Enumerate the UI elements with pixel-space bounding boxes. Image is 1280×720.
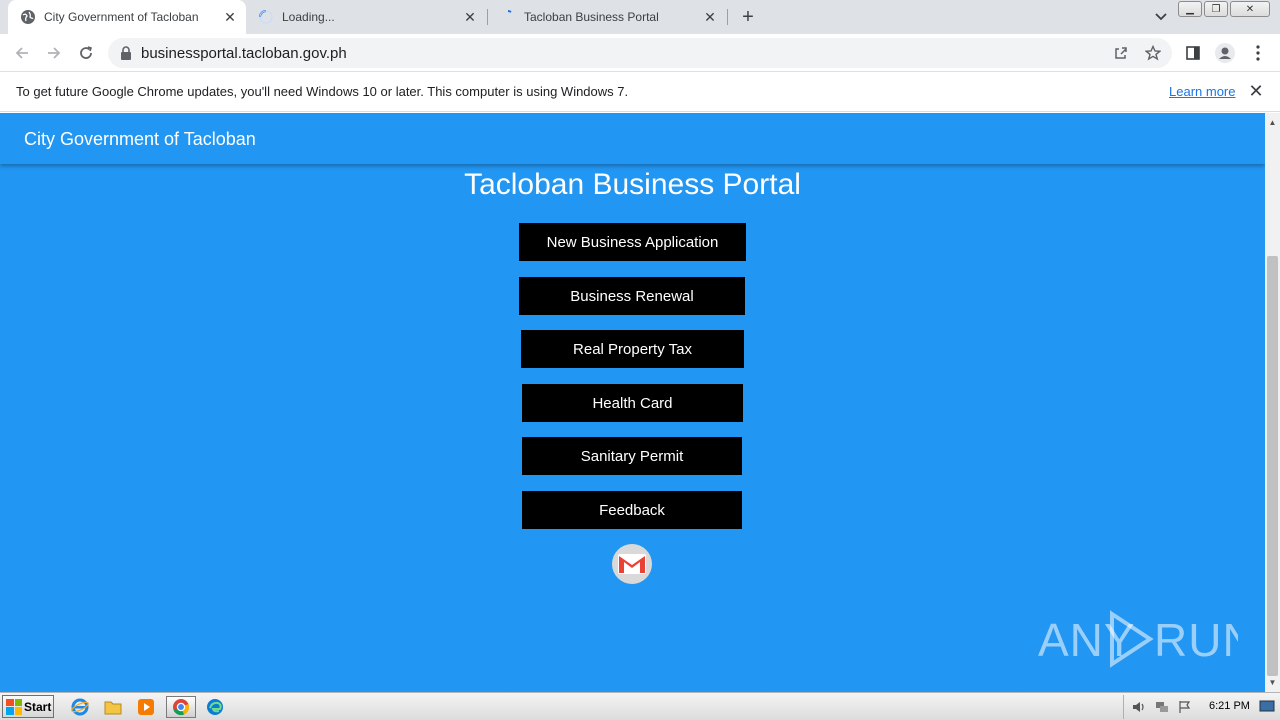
kebab-menu-icon[interactable] (1248, 43, 1268, 63)
browser-toolbar: businessportal.tacloban.gov.ph (0, 34, 1280, 72)
reload-icon[interactable] (74, 41, 98, 65)
windows-taskbar: Start 6:21 PM (0, 692, 1280, 720)
app-bar: City Government of Tacloban (0, 113, 1265, 164)
taskbar-clock[interactable]: 6:21 PM (1209, 700, 1250, 712)
tab-business-portal[interactable]: Tacloban Business Portal ✕ (488, 0, 726, 34)
health-card-button[interactable]: Health Card (522, 384, 743, 422)
tab-strip: City Government of Tacloban ✕ Loading...… (0, 0, 1280, 34)
close-window-icon[interactable]: ✕ (1230, 1, 1270, 17)
start-label: Start (24, 699, 52, 714)
forward-arrow-icon[interactable] (42, 41, 66, 65)
network-icon[interactable] (1154, 699, 1170, 715)
globe-icon (20, 9, 36, 25)
tab-separator (727, 9, 728, 25)
loading-spinner-icon (258, 9, 274, 25)
business-renewal-button[interactable]: Business Renewal (519, 277, 745, 315)
scroll-up-icon[interactable]: ▲ (1265, 115, 1280, 130)
close-icon[interactable]: ✕ (220, 7, 240, 27)
close-icon[interactable]: ✕ (700, 7, 720, 27)
page-title: Tacloban Business Portal (464, 168, 801, 201)
svg-text:RUN: RUN (1154, 614, 1238, 666)
back-arrow-icon[interactable] (10, 41, 34, 65)
lock-icon (120, 46, 134, 60)
scroll-thumb[interactable] (1267, 256, 1278, 676)
side-panel-icon[interactable] (1183, 43, 1203, 63)
infobar-message: To get future Google Chrome updates, you… (16, 84, 629, 99)
tab-loading[interactable]: Loading... ✕ (246, 0, 486, 34)
sanitary-permit-button[interactable]: Sanitary Permit (522, 437, 742, 475)
chrome-icon[interactable] (166, 696, 196, 718)
tab-title: Tacloban Business Portal (524, 10, 659, 24)
action-center-flag-icon[interactable] (1177, 699, 1193, 715)
system-tray (1123, 695, 1278, 719)
restore-icon[interactable]: ❐ (1204, 1, 1228, 17)
ie-icon[interactable] (67, 696, 93, 718)
new-tab-button[interactable]: + (737, 6, 759, 28)
url-text: businessportal.tacloban.gov.ph (141, 45, 347, 62)
gmail-icon[interactable] (612, 544, 652, 584)
page-content: City Government of Tacloban Tacloban Bus… (0, 113, 1265, 692)
new-business-application-button[interactable]: New Business Application (519, 223, 746, 261)
learn-more-link[interactable]: Learn more (1169, 84, 1235, 99)
tab-city-government[interactable]: City Government of Tacloban ✕ (8, 0, 246, 34)
volume-icon[interactable] (1131, 699, 1147, 715)
anyrun-watermark: ANY RUN (1038, 608, 1238, 670)
show-desktop-icon[interactable] (1259, 699, 1275, 715)
start-button[interactable]: Start (2, 695, 54, 718)
scroll-down-icon[interactable]: ▼ (1265, 675, 1280, 690)
tab-title: Loading... (282, 10, 335, 24)
windows-logo-icon (6, 698, 22, 715)
share-icon[interactable] (1112, 44, 1130, 62)
address-bar[interactable]: businessportal.tacloban.gov.ph (108, 38, 1172, 68)
explorer-icon[interactable] (100, 696, 126, 718)
feedback-button[interactable]: Feedback (522, 491, 742, 529)
bookmark-star-icon[interactable] (1144, 44, 1162, 62)
close-icon[interactable]: ✕ (460, 7, 480, 27)
chevron-down-icon[interactable] (1151, 7, 1171, 27)
tab-title: City Government of Tacloban (44, 10, 199, 24)
update-infobar: To get future Google Chrome updates, you… (0, 72, 1280, 112)
close-icon[interactable]: ✕ (1247, 81, 1265, 101)
edge-icon[interactable] (202, 696, 228, 718)
loading-spinner-icon (500, 9, 516, 25)
media-player-icon[interactable] (133, 696, 159, 718)
window-controls: ▁ ❐ ✕ (1178, 1, 1270, 17)
profile-avatar-icon[interactable] (1215, 43, 1235, 63)
site-title[interactable]: City Government of Tacloban (24, 129, 256, 150)
real-property-tax-button[interactable]: Real Property Tax (521, 330, 744, 368)
minimize-icon[interactable]: ▁ (1178, 1, 1202, 17)
page-scrollbar[interactable]: ▲ ▼ (1265, 113, 1280, 692)
